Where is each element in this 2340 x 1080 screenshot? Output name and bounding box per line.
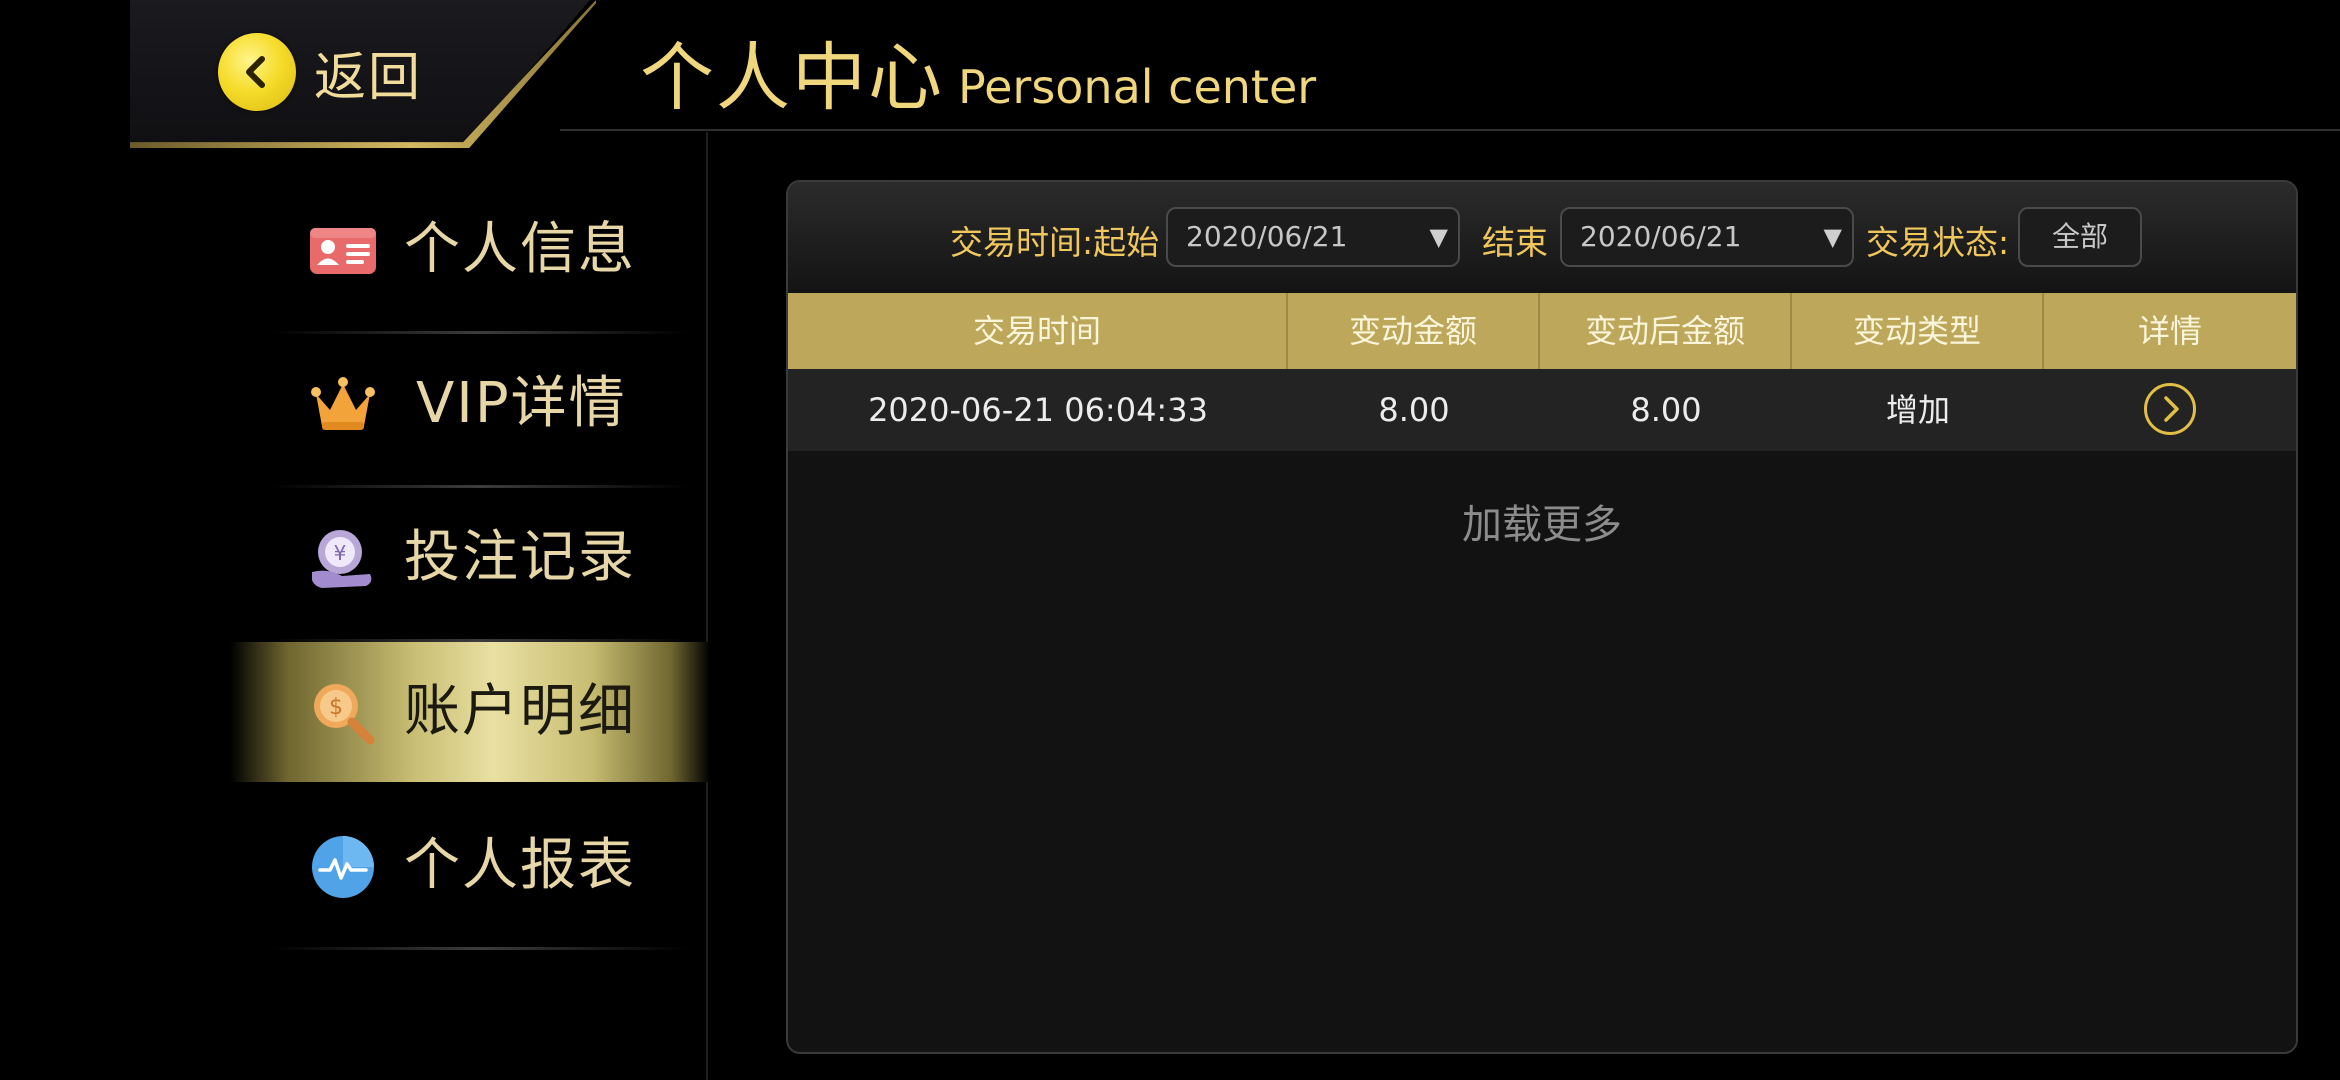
column-header-balance: 变动后金额 bbox=[1540, 293, 1792, 369]
sidebar-separator bbox=[270, 947, 690, 950]
sidebar-item-vip[interactable]: VIP详情 bbox=[230, 334, 710, 488]
end-time-label: 结束 bbox=[1482, 223, 1548, 262]
cell-balance: 8.00 bbox=[1630, 391, 1702, 429]
sidebar-item-label: VIP详情 bbox=[416, 371, 627, 436]
svg-text:¥: ¥ bbox=[334, 541, 347, 565]
sidebar-item-account-details[interactable]: $ 账户明细 bbox=[230, 642, 710, 782]
column-header-detail: 详情 bbox=[2137, 312, 2202, 350]
caret-down-icon: ▼ bbox=[1429, 223, 1448, 251]
detail-button[interactable] bbox=[2144, 383, 2196, 435]
column-header-type: 变动类型 bbox=[1792, 293, 2044, 369]
status-label: 交易状态: bbox=[1866, 223, 2010, 262]
start-date-value: 2020/06/21 bbox=[1186, 220, 1348, 253]
sidebar-item-personal-report[interactable]: 个人报表 bbox=[230, 796, 710, 950]
chevron-right-icon bbox=[2164, 396, 2179, 422]
status-select[interactable]: 全部 bbox=[2018, 207, 2142, 267]
start-date-select[interactable]: 2020/06/21 ▼ bbox=[1166, 207, 1460, 267]
sidebar-item-label: 个人报表 bbox=[404, 833, 636, 898]
id-card-icon bbox=[310, 228, 376, 274]
crown-icon bbox=[311, 377, 375, 430]
sidebar-item-bet-records[interactable]: ¥ 投注记录 bbox=[230, 488, 710, 642]
coin-search-icon: $ bbox=[314, 684, 375, 745]
column-header-time: 交易时间 bbox=[788, 293, 1288, 369]
filter-bar: 交易时间:起始 2020/06/21 ▼ 结束 2020/06/21 ▼ 交易状… bbox=[788, 182, 2296, 292]
load-more-button[interactable]: 加载更多 bbox=[788, 492, 2296, 550]
end-date-select[interactable]: 2020/06/21 ▼ bbox=[1560, 207, 1854, 267]
sidebar-item-label: 个人信息 bbox=[404, 217, 636, 282]
table-row: 2020-06-21 06:04:33 8.00 8.00 增加 bbox=[788, 369, 2296, 451]
sidebar-item-personal-info[interactable]: 个人信息 bbox=[230, 180, 710, 334]
cell-time: 2020-06-21 06:04:33 bbox=[868, 391, 1208, 429]
page-title: 个人中心 Personal center bbox=[640, 18, 1316, 121]
sidebar: 个人信息 VIP详情 ¥ 投注记录 $ 账户明细 个人报表 bbox=[230, 180, 710, 980]
svg-text:$: $ bbox=[329, 695, 343, 720]
back-button[interactable]: 返回 bbox=[218, 30, 422, 114]
sidebar-item-label: 账户明细 bbox=[404, 679, 636, 744]
column-header-amount: 变动金额 bbox=[1288, 293, 1540, 369]
cell-amount: 8.00 bbox=[1378, 391, 1450, 429]
start-time-label: 交易时间:起始 bbox=[950, 223, 1160, 262]
cell-detail bbox=[2044, 369, 2296, 451]
status-value: 全部 bbox=[2051, 220, 2108, 253]
header-divider bbox=[560, 129, 2340, 131]
header: 返回 个人中心 Personal center bbox=[0, 0, 2340, 148]
report-chart-icon bbox=[312, 836, 374, 898]
page-title-english: Personal center bbox=[958, 60, 1317, 114]
chevron-left-icon bbox=[218, 33, 296, 111]
sidebar-item-label: 投注记录 bbox=[404, 525, 636, 590]
page-title-chinese: 个人中心 bbox=[640, 35, 944, 121]
back-label: 返回 bbox=[314, 47, 423, 108]
caret-down-icon: ▼ bbox=[1823, 223, 1842, 251]
cell-type: 增加 bbox=[1885, 391, 1950, 429]
end-date-value: 2020/06/21 bbox=[1580, 220, 1742, 253]
bet-record-icon: ¥ bbox=[312, 530, 372, 588]
account-details-panel: 交易时间:起始 2020/06/21 ▼ 结束 2020/06/21 ▼ 交易状… bbox=[786, 180, 2298, 1054]
table-header: 交易时间 变动金额 变动后金额 变动类型 详情 bbox=[788, 293, 2296, 369]
